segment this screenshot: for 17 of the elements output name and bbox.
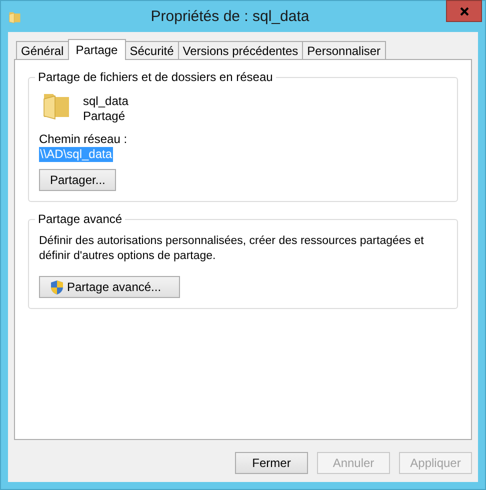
close-button[interactable] — [446, 0, 482, 22]
window-title: Propriétés de : sql_data — [150, 8, 310, 25]
tab[interactable]: Personnaliser — [302, 41, 386, 59]
group-title: Partage de fichiers et de dossiers en réseau — [37, 70, 274, 84]
shield-icon — [50, 280, 64, 294]
share-button[interactable]: Partager... — [39, 169, 116, 191]
advanced-share-button[interactable]: Partage avancé... — [39, 276, 180, 298]
tab[interactable]: Général — [16, 41, 69, 59]
share-status: Partagé — [83, 109, 126, 124]
folder-name: sql_data — [83, 94, 128, 109]
description: Définir des autorisations personnalisées, créer des ressources partagées et définir d'autres options de partage. — [39, 234, 425, 264]
close-icon — [460, 6, 468, 16]
dialog-button[interactable]: Fermer — [235, 452, 308, 474]
tab[interactable]: Partage — [68, 39, 126, 60]
group-title: Partage avancé — [37, 212, 124, 226]
tab[interactable]: Versions précédentes — [178, 41, 304, 59]
path-label: Chemin réseau : — [39, 132, 128, 147]
